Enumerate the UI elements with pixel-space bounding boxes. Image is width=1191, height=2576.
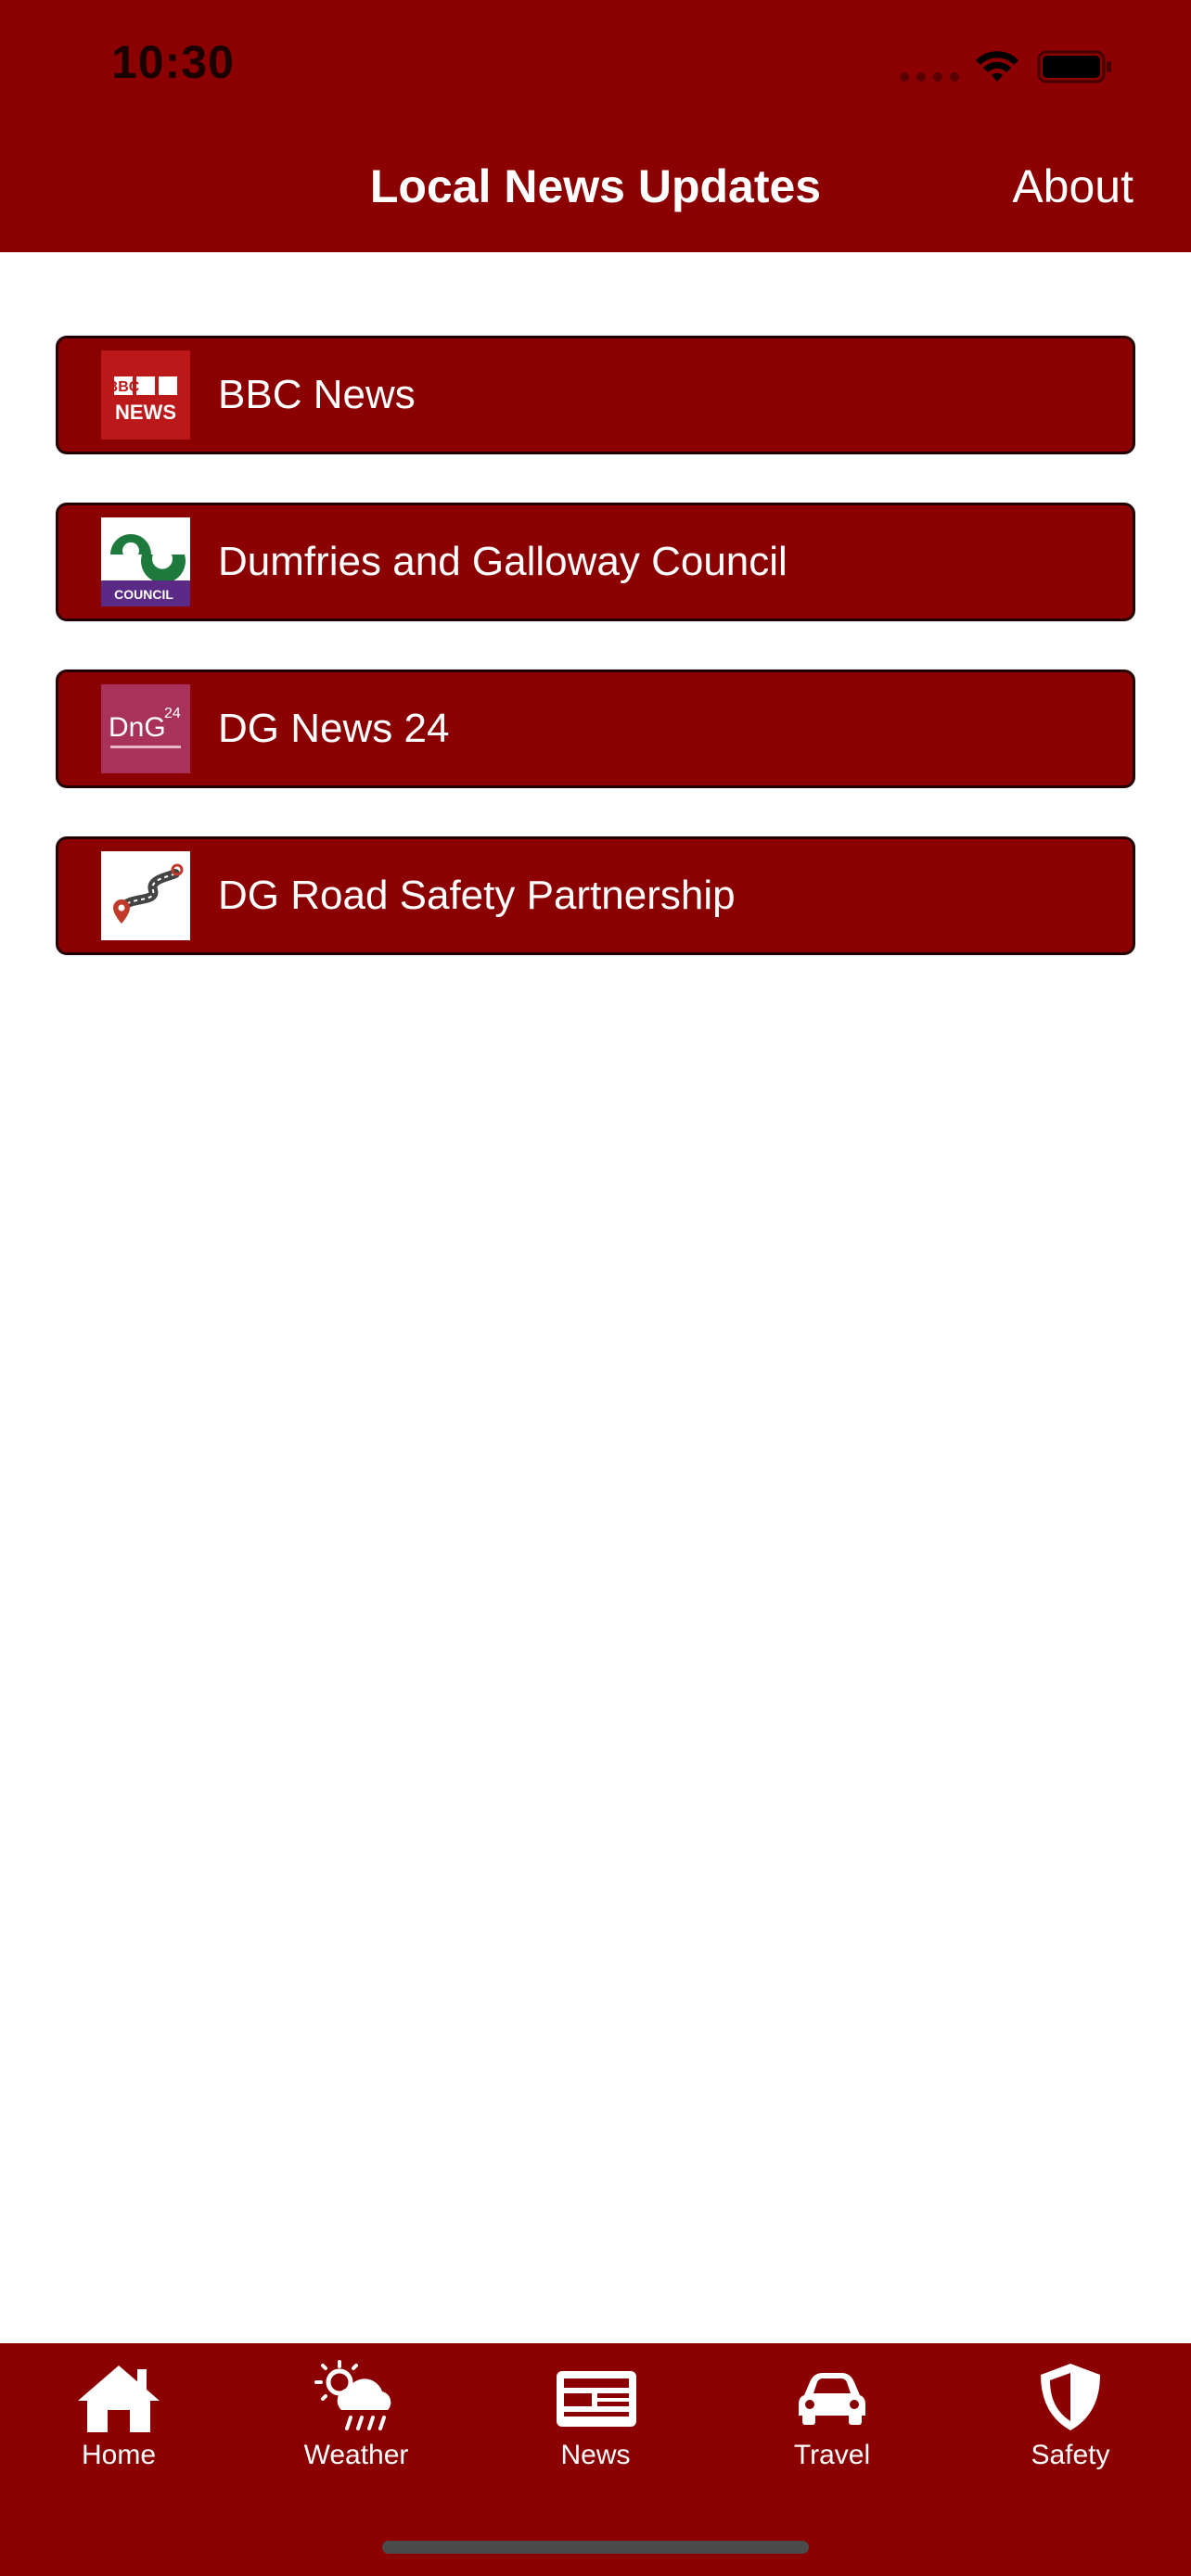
tab-travel[interactable]: Travel xyxy=(739,2360,925,2471)
tab-home[interactable]: Home xyxy=(26,2360,211,2471)
home-indicator[interactable] xyxy=(382,2541,809,2554)
svg-text:BBC: BBC xyxy=(108,379,140,395)
tab-label: Safety xyxy=(1031,2440,1110,2470)
svg-text:COUNCIL: COUNCIL xyxy=(114,587,173,602)
tab-news[interactable]: News xyxy=(503,2360,688,2471)
source-item-dg-council[interactable]: COUNCIL Dumfries and Galloway Council xyxy=(56,503,1135,621)
home-icon xyxy=(78,2366,160,2432)
news-source-list: BBC NEWS BBC News COUNCIL Dumfries and G… xyxy=(56,336,1135,1003)
weather-icon xyxy=(314,2360,391,2430)
cellular-signal-icon xyxy=(900,72,959,82)
road-safety-logo xyxy=(101,851,190,940)
app-header: 10:30 Local News Updates About xyxy=(0,0,1191,252)
tab-weather[interactable]: Weather xyxy=(263,2360,449,2471)
news-icon xyxy=(557,2371,636,2427)
battery-icon xyxy=(1037,50,1111,83)
bbc-news-logo: BBC NEWS xyxy=(101,351,190,440)
svg-text:DnG: DnG xyxy=(109,712,166,743)
tab-label: Travel xyxy=(793,2440,871,2470)
source-item-bbc-news[interactable]: BBC NEWS BBC News xyxy=(56,336,1135,454)
status-time: 10:30 xyxy=(111,36,235,88)
car-icon xyxy=(799,2373,865,2425)
source-item-dg-news-24[interactable]: DnG 24 DG News 24 xyxy=(56,670,1135,788)
source-item-label: BBC News xyxy=(218,372,416,417)
svg-text:24: 24 xyxy=(164,706,181,721)
tab-safety[interactable]: Safety xyxy=(978,2360,1163,2471)
svg-text:NEWS: NEWS xyxy=(115,401,176,424)
source-item-label: DG News 24 xyxy=(218,706,450,751)
shield-icon xyxy=(1041,2364,1100,2430)
about-button[interactable]: About xyxy=(1012,159,1133,213)
source-item-label: Dumfries and Galloway Council xyxy=(218,539,788,584)
tab-label: Weather xyxy=(303,2440,409,2470)
source-item-dg-road-safety[interactable]: DG Road Safety Partnership xyxy=(56,836,1135,955)
tab-label: Home xyxy=(81,2440,157,2470)
dng24-logo: DnG 24 xyxy=(101,684,190,773)
source-item-label: DG Road Safety Partnership xyxy=(218,873,736,918)
wifi-icon xyxy=(976,51,1018,82)
tab-label: News xyxy=(560,2440,631,2470)
dg-council-logo: COUNCIL xyxy=(101,517,190,606)
